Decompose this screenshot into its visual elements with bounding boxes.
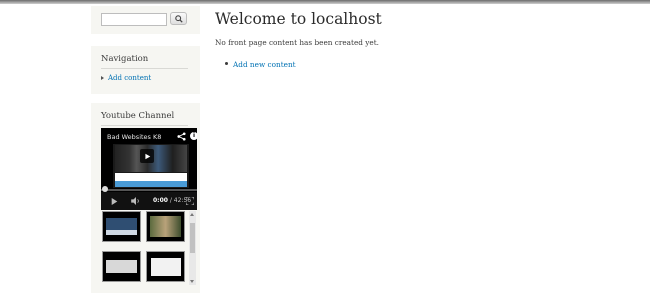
list-bullet	[225, 62, 228, 65]
playlist-thumbnail[interactable]	[146, 251, 185, 282]
info-icon[interactable]: i	[190, 132, 197, 140]
video-playlist	[101, 211, 197, 285]
search-block	[91, 6, 200, 34]
play-icon	[144, 153, 150, 159]
play-overlay-button[interactable]	[140, 149, 154, 163]
video-title[interactable]: Bad Websites K8	[107, 133, 161, 141]
scroll-up-arrow-icon[interactable]	[190, 213, 194, 216]
youtube-channel-block: Youtube Channel Bad Websites K8 i 0:00 /…	[91, 103, 200, 293]
search-button[interactable]	[170, 12, 187, 25]
player-controls: 0:00 / 42:56	[101, 192, 197, 210]
playlist-thumbnail[interactable]	[102, 211, 141, 242]
fullscreen-icon[interactable]	[186, 197, 194, 205]
volume-icon[interactable]	[131, 197, 141, 205]
navigation-block: Navigation Add content	[91, 46, 200, 94]
page-title: Welcome to localhost	[215, 10, 382, 28]
search-input[interactable]	[101, 13, 167, 26]
front-page-message: No front page content has been created y…	[215, 38, 379, 47]
youtube-channel-title: Youtube Channel	[101, 111, 188, 126]
browser-top-shadow	[0, 0, 650, 4]
scrollbar-thumb[interactable]	[190, 223, 195, 253]
add-new-content-link[interactable]: Add new content	[233, 60, 296, 69]
playlist-thumbnail[interactable]	[102, 251, 141, 282]
search-icon	[174, 14, 183, 23]
video-progress-bar[interactable]	[101, 189, 197, 191]
playlist-thumbnail[interactable]	[146, 211, 185, 242]
navigation-title: Navigation	[101, 54, 188, 69]
youtube-player[interactable]: Bad Websites K8 i 0:00 / 42:56	[101, 128, 197, 210]
bullet-arrow-icon	[101, 76, 104, 80]
share-icon[interactable]	[177, 132, 186, 141]
playlist-scrollbar[interactable]	[189, 211, 196, 285]
play-icon[interactable]	[111, 198, 118, 205]
nav-item-add-content[interactable]: Add content	[101, 74, 151, 82]
nav-item-label[interactable]: Add content	[108, 74, 151, 82]
scroll-down-arrow-icon[interactable]	[190, 280, 194, 283]
